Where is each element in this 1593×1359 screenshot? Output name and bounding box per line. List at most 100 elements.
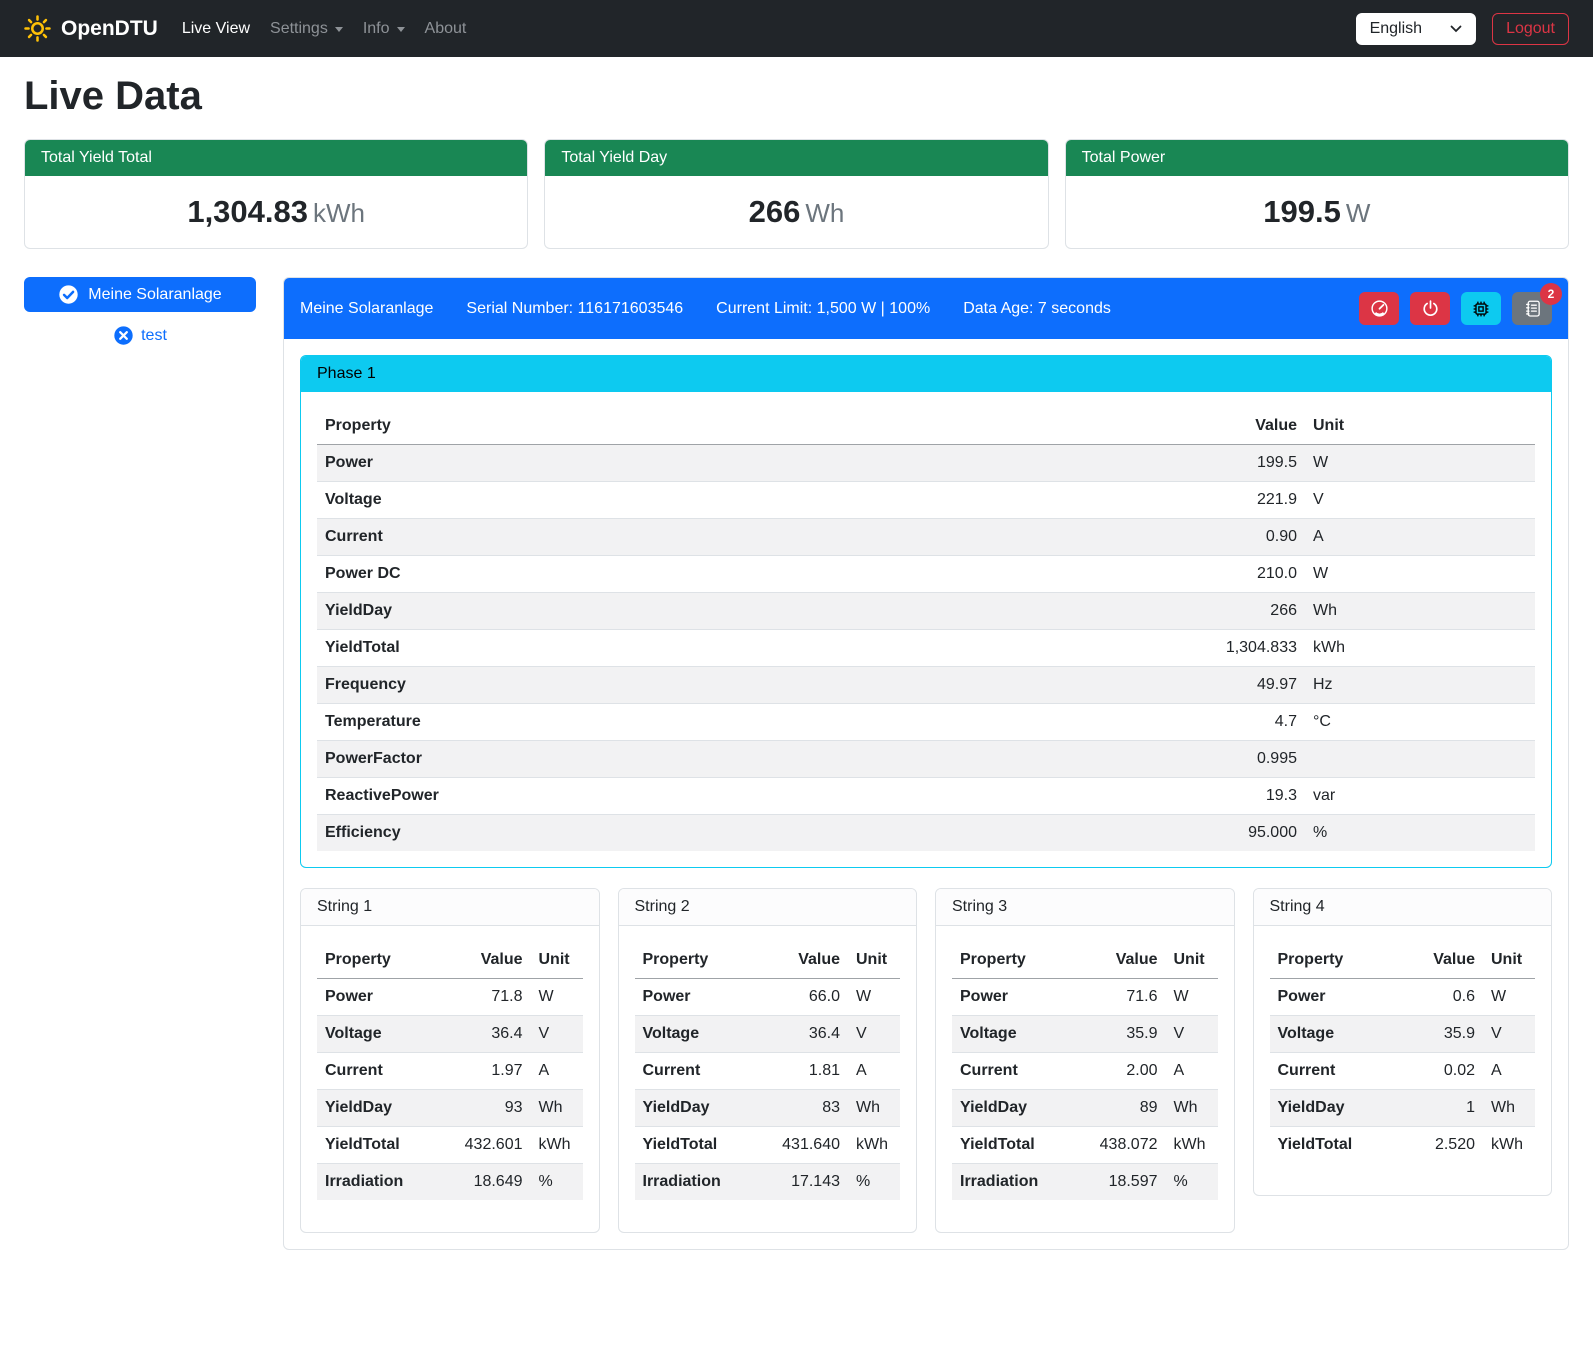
card-unit: Wh xyxy=(805,198,844,228)
table-row: Voltage35.9V xyxy=(1270,1016,1536,1053)
unit-cell: °C xyxy=(1305,704,1535,741)
property-cell: YieldDay xyxy=(1270,1090,1400,1127)
navbar: OpenDTU Live View Settings Info About En… xyxy=(0,0,1593,57)
logout-button[interactable]: Logout xyxy=(1492,13,1569,45)
value-cell: 93 xyxy=(437,1090,531,1127)
unit-cell: kWh xyxy=(1305,630,1535,667)
unit-cell: Wh xyxy=(531,1090,583,1127)
table-row: Voltage35.9V xyxy=(952,1016,1218,1053)
phase-panel: Phase 1 Property Value Unit Power199.5WV… xyxy=(300,355,1552,868)
unit-cell: V xyxy=(1305,482,1535,519)
property-cell: Irradiation xyxy=(317,1164,437,1201)
inverter-name: Meine Solaranlage xyxy=(300,300,433,318)
inverter-sidebar: Meine Solaranlage test xyxy=(24,277,256,346)
table-row: ReactivePower19.3var xyxy=(317,778,1535,815)
value-cell: 1,304.833 xyxy=(908,630,1305,667)
table-row: YieldDay89Wh xyxy=(952,1090,1218,1127)
value-cell: 432.601 xyxy=(437,1127,531,1164)
string-title: String 1 xyxy=(301,889,599,926)
inverter-header: Meine Solaranlage Serial Number: 1161716… xyxy=(284,278,1568,339)
unit-cell: Wh xyxy=(1483,1090,1535,1127)
value-cell: 1 xyxy=(1400,1090,1483,1127)
table-row: YieldDay1Wh xyxy=(1270,1090,1536,1127)
value-cell: 2.520 xyxy=(1400,1127,1483,1164)
property-cell: Voltage xyxy=(317,1016,437,1053)
value-cell: 18.649 xyxy=(437,1164,531,1201)
property-cell: Voltage xyxy=(1270,1016,1400,1053)
language-select[interactable]: English xyxy=(1356,13,1476,45)
event-log-button[interactable]: 2 xyxy=(1512,292,1552,325)
property-cell: Efficiency xyxy=(317,815,908,852)
column-header-unit: Unit xyxy=(1166,942,1218,979)
sidebar-item-test[interactable]: test xyxy=(24,325,256,346)
unit-cell: kWh xyxy=(848,1127,900,1164)
value-cell: 35.9 xyxy=(1400,1016,1483,1053)
property-cell: YieldTotal xyxy=(317,630,908,667)
unit-cell: A xyxy=(848,1053,900,1090)
unit-cell: % xyxy=(1166,1164,1218,1201)
event-count-badge: 2 xyxy=(1540,283,1562,305)
card-value: 1,304.83 xyxy=(187,194,308,229)
property-cell: Voltage xyxy=(635,1016,755,1053)
string-3-table: Property Value Unit Power71.6WVoltage35.… xyxy=(952,942,1218,1200)
table-row: Irradiation18.649% xyxy=(317,1164,583,1201)
value-cell: 35.9 xyxy=(1072,1016,1166,1053)
nav-item-about[interactable]: About xyxy=(415,12,477,46)
property-cell: Current xyxy=(1270,1053,1400,1090)
unit-cell: V xyxy=(1483,1016,1535,1053)
nav-item-info[interactable]: Info xyxy=(353,12,415,46)
unit-cell: kWh xyxy=(531,1127,583,1164)
total-yield-day-card: Total Yield Day 266Wh xyxy=(544,139,1048,249)
limit-settings-button[interactable] xyxy=(1359,292,1399,325)
value-cell: 0.90 xyxy=(908,519,1305,556)
brand[interactable]: OpenDTU xyxy=(24,15,158,42)
column-header-value: Value xyxy=(1400,942,1483,979)
card-unit: W xyxy=(1346,198,1371,228)
property-cell: Power DC xyxy=(317,556,908,593)
table-row: Current0.90A xyxy=(317,519,1535,556)
table-row: Current1.97A xyxy=(317,1053,583,1090)
value-cell: 4.7 xyxy=(908,704,1305,741)
value-cell: 95.000 xyxy=(908,815,1305,852)
unit-cell: A xyxy=(1483,1053,1535,1090)
property-cell: Frequency xyxy=(317,667,908,704)
value-cell: 36.4 xyxy=(754,1016,848,1053)
table-row: YieldTotal438.072kWh xyxy=(952,1127,1218,1164)
unit-cell: V xyxy=(848,1016,900,1053)
value-cell: 0.6 xyxy=(1400,979,1483,1016)
unit-cell: W xyxy=(1305,556,1535,593)
value-cell: 36.4 xyxy=(437,1016,531,1053)
inverter-select-button[interactable]: Meine Solaranlage xyxy=(24,277,256,312)
power-icon xyxy=(1421,299,1440,318)
card-title: Total Power xyxy=(1066,140,1568,176)
property-cell: YieldDay xyxy=(317,1090,437,1127)
property-cell: YieldTotal xyxy=(317,1127,437,1164)
string-4-card: String 4 Property Value Unit xyxy=(1253,888,1553,1196)
table-header-row: Property Value Unit xyxy=(317,408,1535,445)
value-cell: 438.072 xyxy=(1072,1127,1166,1164)
property-cell: Power xyxy=(317,445,908,482)
strings-row: String 1 Property Value Unit xyxy=(300,888,1552,1233)
card-title: Total Yield Day xyxy=(545,140,1047,176)
inverter-limit: Current Limit: 1,500 W | 100% xyxy=(716,300,930,318)
table-row: Current0.02A xyxy=(1270,1053,1536,1090)
power-toggle-button[interactable] xyxy=(1410,292,1450,325)
string-1-table: Property Value Unit Power71.8WVoltage36.… xyxy=(317,942,583,1200)
string-1-card: String 1 Property Value Unit xyxy=(300,888,600,1233)
unit-cell: kWh xyxy=(1483,1127,1535,1164)
total-power-card: Total Power 199.5W xyxy=(1065,139,1569,249)
value-cell: 1.81 xyxy=(754,1053,848,1090)
nav-item-live-view[interactable]: Live View xyxy=(172,12,260,46)
table-row: YieldDay266Wh xyxy=(317,593,1535,630)
device-info-button[interactable] xyxy=(1461,292,1501,325)
table-row: Temperature4.7°C xyxy=(317,704,1535,741)
value-cell: 0.995 xyxy=(908,741,1305,778)
nav-item-settings[interactable]: Settings xyxy=(260,12,353,46)
unit-cell: V xyxy=(1166,1016,1218,1053)
value-cell: 66.0 xyxy=(754,979,848,1016)
language-value: English xyxy=(1370,20,1422,38)
property-cell: Voltage xyxy=(317,482,908,519)
unit-cell: % xyxy=(848,1164,900,1201)
string-title: String 2 xyxy=(619,889,917,926)
unit-cell: Wh xyxy=(1166,1090,1218,1127)
